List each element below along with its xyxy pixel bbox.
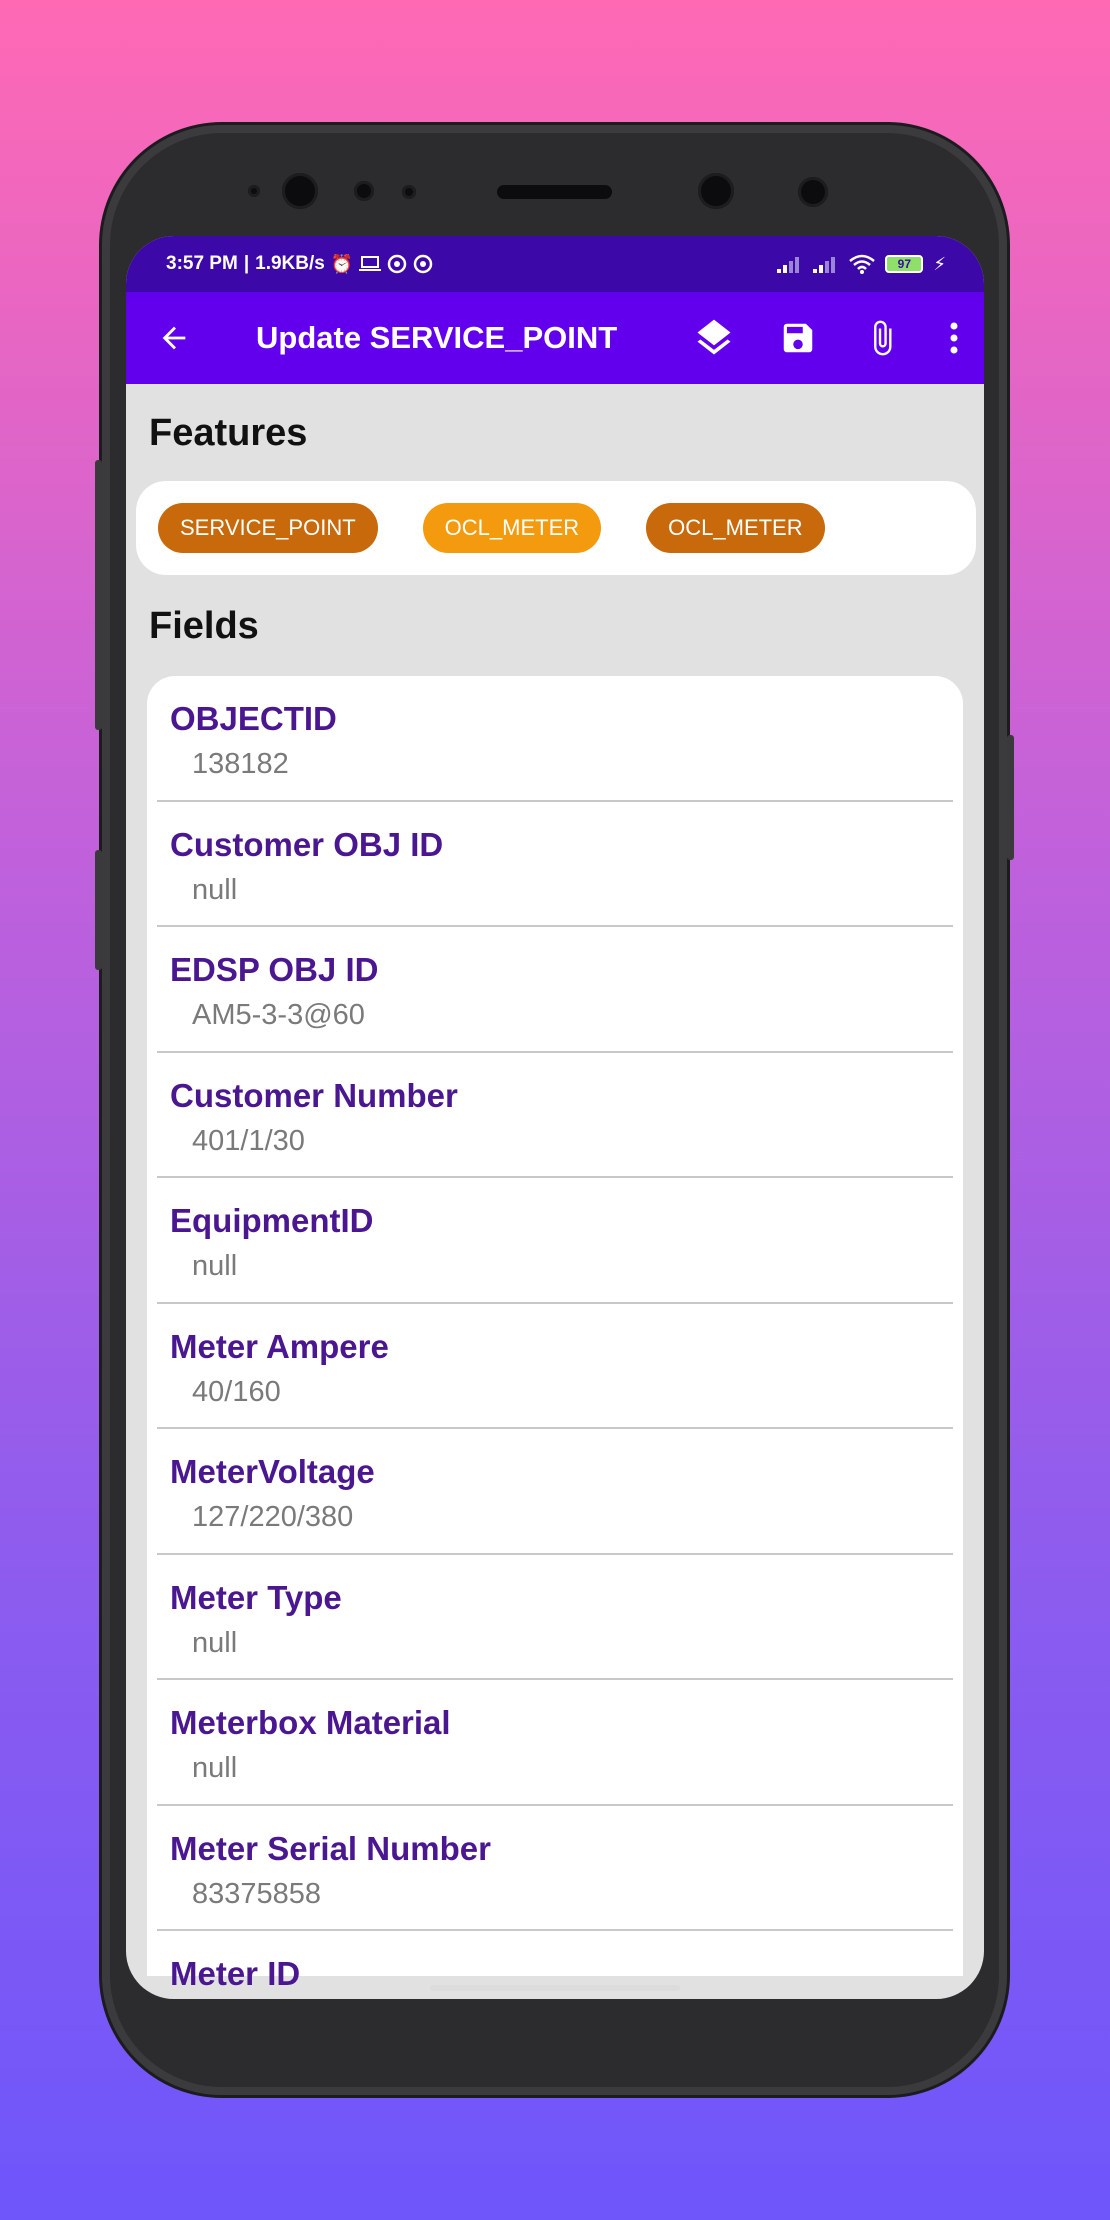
layers-button[interactable] bbox=[672, 303, 756, 373]
field-value: 138182 bbox=[192, 748, 289, 780]
save-icon bbox=[783, 323, 813, 353]
field-label: Meter Ampere bbox=[170, 1327, 389, 1365]
field-label: MeterVoltage bbox=[170, 1453, 375, 1490]
field-value: 40/160 bbox=[192, 1375, 281, 1408]
field-label: Meter Serial Number bbox=[170, 1829, 491, 1867]
battery-icon: 97 bbox=[885, 255, 924, 273]
earpiece-speaker bbox=[497, 185, 612, 199]
back-button[interactable] bbox=[146, 310, 202, 366]
page-title: Update SERVICE_POINT bbox=[256, 320, 618, 355]
fields-heading: Fields bbox=[149, 605, 259, 647]
status-bar: 3:57 PM | 1.9KB/s ⏰ 97 ⚡ bbox=[126, 236, 984, 292]
field-row[interactable]: MeterVoltage 127/220/380 bbox=[157, 1429, 953, 1555]
field-label: EDSP OBJ ID bbox=[170, 951, 379, 988]
features-heading: Features bbox=[149, 412, 308, 454]
alarm-icon: ⏰ bbox=[330, 254, 354, 274]
field-row[interactable]: OBJECTID 138182 bbox=[157, 676, 953, 802]
feature-chip-ocl-meter[interactable]: OCL_METER bbox=[422, 503, 602, 553]
phone-top-bezel bbox=[102, 125, 1007, 245]
attach-button[interactable] bbox=[840, 303, 924, 373]
sensor-dot bbox=[402, 185, 416, 199]
more-icon bbox=[950, 322, 958, 354]
features-chip-group: SERVICE_POINT OCL_METER OCL_METER bbox=[136, 481, 976, 575]
field-value: AM5-3-3@60 bbox=[192, 999, 365, 1031]
field-row[interactable]: Meterbox Material null bbox=[157, 1680, 953, 1806]
field-value: 83375858 bbox=[192, 1877, 322, 1910]
field-row[interactable]: Meter Serial Number 83375858 bbox=[157, 1806, 953, 1931]
laptop-icon bbox=[359, 256, 382, 271]
sensor-dot bbox=[248, 185, 260, 197]
field-row[interactable]: EDSP OBJ ID AM5-3-3@60 bbox=[157, 927, 953, 1053]
status-time: 3:57 PM bbox=[166, 253, 238, 274]
sensor-dot bbox=[798, 177, 828, 207]
field-row[interactable]: Meter Ampere 40/160 bbox=[157, 1304, 953, 1429]
status-divider: | bbox=[243, 253, 250, 274]
sensor-dot bbox=[354, 181, 374, 201]
side-button bbox=[1007, 735, 1014, 860]
side-button bbox=[95, 850, 102, 970]
more-options-button[interactable] bbox=[924, 303, 984, 373]
field-label: Customer OBJ ID bbox=[170, 825, 444, 863]
home-indicator[interactable] bbox=[430, 1985, 680, 1991]
wifi-icon bbox=[849, 254, 876, 274]
attach-icon bbox=[874, 320, 892, 356]
field-label: Meterbox Material bbox=[170, 1704, 451, 1741]
fields-list: OBJECTID 138182 Customer OBJ ID null EDS… bbox=[147, 676, 963, 1992]
front-camera bbox=[698, 173, 734, 209]
app-bar: Update SERVICE_POINT bbox=[126, 292, 984, 384]
field-value: 401/1/30 bbox=[192, 1124, 305, 1157]
network-speed: 1.9KB/s bbox=[255, 253, 325, 274]
field-value: 127/220/380 bbox=[192, 1501, 354, 1533]
field-value: null bbox=[192, 873, 238, 906]
arrow-back-icon bbox=[162, 326, 186, 350]
field-label: OBJECTID bbox=[170, 700, 337, 737]
phone-screen: 3:57 PM | 1.9KB/s ⏰ 97 ⚡ Update SERVICE_… bbox=[126, 236, 984, 1999]
field-label: Customer Number bbox=[170, 1076, 458, 1114]
sync-icon bbox=[388, 254, 407, 274]
feature-chip-service-point[interactable]: SERVICE_POINT bbox=[158, 503, 378, 553]
charging-icon: ⚡ bbox=[933, 254, 946, 274]
signal-icon bbox=[813, 257, 836, 273]
field-row[interactable]: Customer OBJ ID null bbox=[157, 802, 953, 927]
field-label: EquipmentID bbox=[170, 1202, 374, 1239]
field-value: null bbox=[192, 1752, 238, 1784]
field-value: null bbox=[192, 1250, 238, 1282]
layers-icon bbox=[697, 319, 731, 355]
field-value: null bbox=[192, 1626, 238, 1659]
field-row[interactable]: Meter Type null bbox=[157, 1555, 953, 1680]
sync-icon bbox=[414, 254, 433, 274]
field-row[interactable]: Customer Number 401/1/30 bbox=[157, 1053, 953, 1178]
side-button bbox=[95, 460, 102, 730]
field-row[interactable]: EquipmentID null bbox=[157, 1178, 953, 1304]
signal-icon bbox=[777, 257, 800, 273]
save-button[interactable] bbox=[756, 303, 840, 373]
front-camera bbox=[282, 173, 318, 209]
field-label: Meter Type bbox=[170, 1578, 342, 1616]
feature-chip-ocl-meter[interactable]: OCL_METER bbox=[646, 503, 825, 553]
